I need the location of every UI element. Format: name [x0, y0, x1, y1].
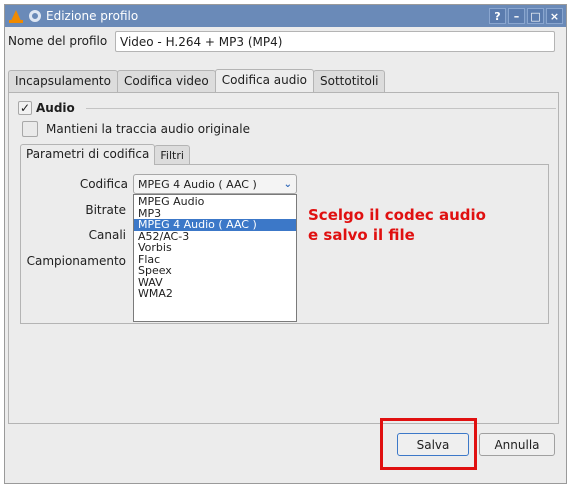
maximize-button[interactable]: □ [527, 8, 544, 24]
chevron-down-icon: ⌄ [283, 178, 292, 190]
codec-select[interactable]: MPEG 4 Audio ( AAC ) ⌄ [133, 174, 297, 194]
main-tabs: Incapsulamento Codifica video Codifica a… [8, 69, 386, 92]
audio-subtabs: Parametri di codifica Filtri [20, 144, 190, 165]
profile-name-input[interactable] [115, 31, 555, 52]
checkmark-icon: ✓ [19, 101, 31, 115]
channels-label: Canali [88, 228, 126, 242]
keep-original-row: Mantieni la traccia audio originale [22, 121, 250, 137]
tab-incapsulamento[interactable]: Incapsulamento [8, 70, 118, 92]
cancel-button[interactable]: Annulla [479, 433, 555, 456]
codec-option[interactable]: Vorbis [134, 242, 296, 254]
window-title: Edizione profilo [46, 9, 139, 23]
codec-option[interactable]: WMA2 [134, 288, 296, 300]
save-button[interactable]: Salva [397, 433, 469, 456]
subtab-parametri-codifica[interactable]: Parametri di codifica [20, 144, 156, 165]
keep-original-checkbox[interactable] [22, 121, 38, 137]
title-bar[interactable]: Edizione profilo ? – □ × [5, 5, 566, 27]
minimize-button[interactable]: – [508, 8, 525, 24]
audio-group-divider [86, 108, 556, 109]
close-button[interactable]: × [546, 8, 563, 24]
annotation-line-1: Scelgo il codec audio [308, 206, 486, 224]
audio-group-title: Audio [36, 101, 75, 115]
codec-label: Codifica [79, 177, 128, 191]
codec-option-selected[interactable]: MPEG 4 Audio ( AAC ) [134, 219, 296, 231]
gear-icon[interactable] [29, 10, 41, 22]
codec-dropdown-list: MPEG Audio MP3 MPEG 4 Audio ( AAC ) A52/… [133, 194, 297, 322]
help-button[interactable]: ? [489, 8, 506, 24]
audio-enable-row: ✓ Audio [18, 101, 75, 115]
tab-codifica-video[interactable]: Codifica video [116, 70, 216, 92]
audio-enable-checkbox[interactable]: ✓ [18, 101, 32, 115]
samplerate-label: Campionamento [26, 254, 126, 268]
tab-sottotitoli[interactable]: Sottotitoli [313, 70, 386, 92]
codec-option[interactable]: MPEG Audio [134, 196, 296, 208]
annotation-line-2: e salvo il file [308, 226, 415, 244]
keep-original-label: Mantieni la traccia audio originale [46, 122, 250, 136]
bitrate-label: Bitrate [85, 203, 126, 217]
codec-option[interactable]: Speex [134, 265, 296, 277]
subtab-filtri[interactable]: Filtri [154, 145, 190, 165]
instruction-annotation: Scelgo il codec audio e salvo il file [308, 205, 486, 245]
vlc-cone-icon [9, 9, 23, 23]
codec-select-value: MPEG 4 Audio ( AAC ) [138, 177, 257, 191]
profile-name-label: Nome del profilo [8, 34, 108, 48]
tab-codifica-audio[interactable]: Codifica audio [214, 69, 315, 92]
